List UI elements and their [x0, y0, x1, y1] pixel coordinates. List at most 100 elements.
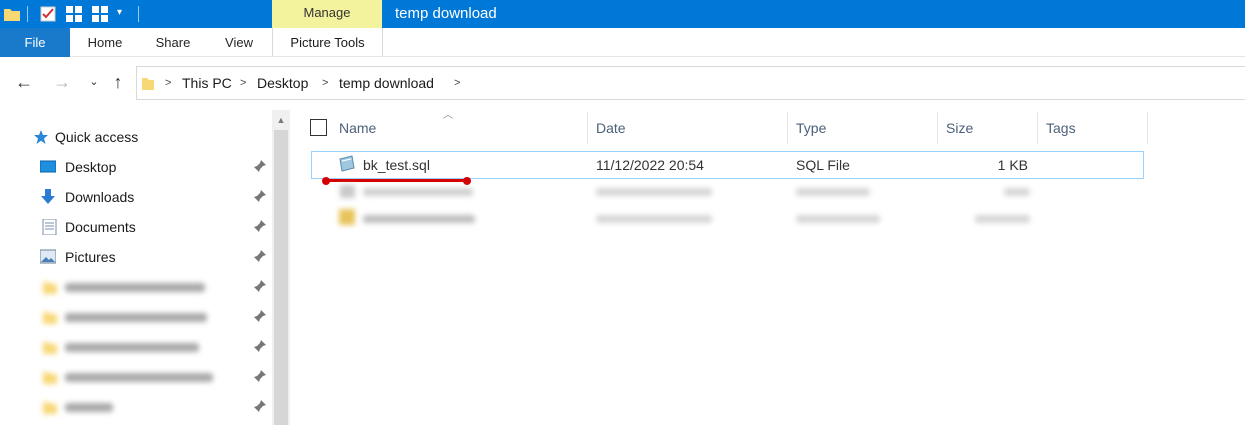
redacted-file-type [796, 188, 870, 196]
redacted-label [65, 403, 113, 412]
redacted-file-icon [340, 185, 355, 198]
nav-scrollbar-thumb[interactable] [274, 130, 288, 425]
sql-file-icon [339, 155, 355, 172]
redacted-file-date [596, 215, 712, 223]
redacted-label [65, 283, 205, 292]
redacted-label [65, 373, 213, 382]
annotation-dot [322, 177, 330, 185]
select-all-checkbox[interactable] [310, 119, 327, 136]
address-bar[interactable]: > This PC > Desktop > temp download > [136, 66, 1245, 100]
column-divider[interactable] [787, 112, 788, 144]
pin-icon[interactable] [253, 309, 267, 323]
pin-icon[interactable] [253, 339, 267, 353]
sidebar-item-label: Pictures [65, 249, 116, 265]
sort-ascending-icon: ︿ [443, 110, 453, 121]
annotation-underline [324, 179, 468, 182]
pin-icon[interactable] [253, 279, 267, 293]
annotation-dot [463, 177, 471, 185]
new-folder-icon[interactable] [65, 5, 83, 23]
back-arrow-icon[interactable]: ← [12, 70, 36, 94]
column-header-size[interactable]: Size [946, 112, 973, 144]
redacted-zip-icon [339, 209, 355, 225]
sidebar-item-redacted[interactable] [0, 362, 272, 392]
redacted-label [65, 313, 207, 322]
breadcrumb-chevron-icon[interactable]: > [454, 67, 460, 99]
sidebar-item-redacted[interactable] [0, 392, 272, 422]
sidebar-item-label: Documents [65, 219, 136, 235]
breadcrumb-chevron-icon[interactable]: > [322, 67, 328, 99]
pin-icon[interactable] [253, 219, 267, 233]
document-icon [42, 219, 57, 235]
title-bar [0, 0, 1245, 28]
forward-arrow-icon[interactable]: → [50, 70, 74, 94]
view-grid-icon[interactable] [91, 5, 109, 23]
scroll-up-arrow-icon[interactable]: ▲ [272, 112, 290, 128]
redacted-file-date [596, 188, 712, 196]
folder-icon [142, 78, 154, 90]
column-header-tags[interactable]: Tags [1046, 112, 1076, 144]
file-tab[interactable]: File [0, 28, 70, 57]
sidebar-item-desktop[interactable]: Desktop [0, 152, 272, 182]
folder-icon [43, 312, 57, 324]
sidebar-item-downloads[interactable]: Downloads [0, 182, 272, 212]
properties-icon[interactable] [39, 5, 57, 23]
sidebar-item-pictures[interactable]: Pictures [0, 242, 272, 272]
column-divider[interactable] [587, 112, 588, 144]
picture-icon [40, 249, 56, 264]
manage-tab[interactable]: Manage [272, 0, 382, 28]
redacted-file-size [975, 215, 1030, 223]
column-divider[interactable] [937, 112, 938, 144]
breadcrumb-chevron-icon[interactable]: > [240, 67, 246, 99]
sidebar-item-documents[interactable]: Documents [0, 212, 272, 242]
up-arrow-icon[interactable]: ↑ [106, 70, 130, 94]
redacted-file-size [1004, 188, 1030, 196]
sidebar-item-label: Downloads [65, 189, 135, 205]
picture-tools-tab[interactable]: Picture Tools [272, 28, 383, 56]
sidebar-item-label: Quick access [55, 129, 139, 145]
pin-icon[interactable] [253, 249, 267, 263]
redacted-label [65, 343, 199, 352]
breadcrumb-desktop[interactable]: Desktop [257, 67, 308, 99]
desktop-icon [40, 160, 56, 173]
column-divider[interactable] [1147, 112, 1148, 144]
column-divider[interactable] [1037, 112, 1038, 144]
qat-dropdown-icon[interactable]: ▾ [117, 7, 122, 18]
breadcrumb-this-pc[interactable]: This PC [182, 67, 232, 99]
qat-separator [138, 6, 139, 22]
star-icon [34, 130, 48, 144]
folder-icon [43, 282, 57, 294]
folder-icon [43, 402, 57, 414]
redacted-file-type [796, 215, 880, 223]
sidebar-item-label: Desktop [65, 159, 117, 175]
file-name[interactable]: bk_test.sql [363, 152, 430, 178]
column-header-name[interactable]: Name [339, 112, 376, 144]
recent-locations-chevron-icon[interactable]: ⌄ [82, 70, 106, 94]
sidebar-item-redacted[interactable] [0, 272, 272, 302]
redacted-file-row[interactable] [363, 188, 473, 196]
tab-home[interactable]: Home [74, 28, 136, 57]
tab-share[interactable]: Share [140, 28, 206, 57]
qat-separator [27, 6, 28, 22]
file-size: 1 KB [997, 157, 1028, 173]
download-arrow-icon [41, 189, 55, 204]
breadcrumb-chevron-icon[interactable]: > [165, 67, 171, 99]
breadcrumb-temp-download[interactable]: temp download [339, 67, 434, 99]
file-date: 11/12/2022 20:54 [596, 157, 704, 173]
column-header-type[interactable]: Type [796, 112, 826, 144]
column-header-date[interactable]: Date [596, 112, 626, 144]
sidebar-item-redacted[interactable] [0, 302, 272, 332]
folder-icon [43, 342, 57, 354]
sidebar-item-redacted[interactable] [0, 332, 272, 362]
navigation-pane: Quick access Desktop Downloads Documents… [0, 110, 290, 425]
sidebar-item-quick-access[interactable]: Quick access [0, 122, 272, 152]
pin-icon[interactable] [253, 369, 267, 383]
folder-icon [43, 372, 57, 384]
file-type: SQL File [796, 157, 850, 173]
pin-icon[interactable] [253, 189, 267, 203]
folder-icon[interactable] [3, 5, 21, 23]
redacted-file-row[interactable] [363, 215, 475, 223]
pin-icon[interactable] [253, 159, 267, 173]
window-title: temp download [395, 5, 497, 22]
pin-icon[interactable] [253, 399, 267, 413]
tab-view[interactable]: View [210, 28, 268, 57]
